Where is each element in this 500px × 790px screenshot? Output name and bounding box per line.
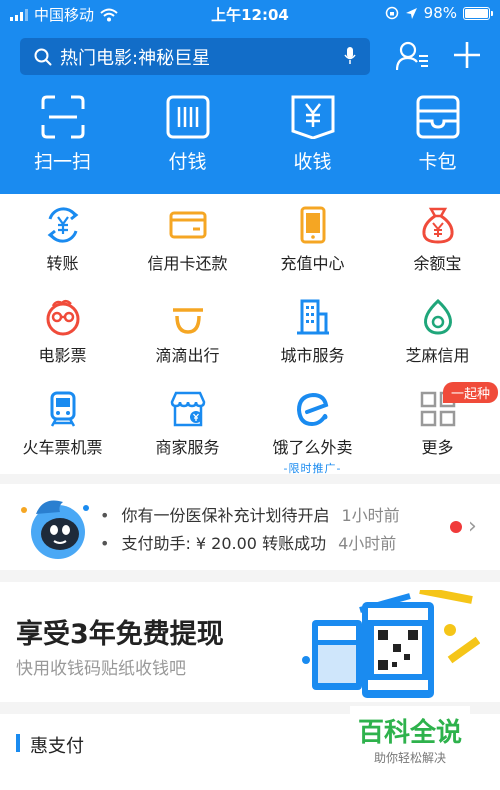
- grid-item-label: 余额宝: [413, 254, 462, 273]
- watermark-subtitle: 助你轻松解决: [373, 751, 446, 765]
- transfer-icon: [47, 207, 78, 243]
- notification-item[interactable]: 你有一份医保补充计划待开启 1小时前: [100, 502, 400, 530]
- section-title: 惠支付: [30, 736, 84, 757]
- home-header: 中国移动 上午12:04 98% 热门电影:神秘巨星 扫一扫 付钱 收钱 卡包: [0, 0, 500, 194]
- city-building-icon: [296, 299, 329, 335]
- grid-item-label: 商家服务: [155, 438, 220, 457]
- movie-ticket-icon: [46, 300, 79, 336]
- promo-subtitle: 快用收钱码贴纸收钱吧: [16, 659, 186, 679]
- promo-title: 享受3年免费提现: [16, 619, 224, 650]
- status-bar: 中国移动 上午12:04 98%: [0, 0, 500, 28]
- search-placeholder: 热门电影:神秘巨星: [60, 47, 211, 69]
- grid-item-label: 充值中心: [280, 254, 345, 273]
- grid-item-label: 饿了么外卖: [272, 438, 353, 457]
- promo-banner[interactable]: 享受3年免费提现 快用收钱码贴纸收钱吧: [0, 582, 500, 702]
- yuan-receive-icon: [291, 95, 334, 139]
- grid-item-label: 更多: [421, 438, 454, 457]
- grid-item-eleme[interactable]: 饿了么外卖 -限时推广-: [250, 378, 375, 475]
- grid-item-movie[interactable]: 电影票: [0, 286, 125, 378]
- rotation-lock-icon: [385, 6, 398, 20]
- assistant-avatar-icon: [21, 500, 89, 559]
- search-bar[interactable]: 热门电影:神秘巨星: [20, 38, 370, 75]
- eleme-icon: [296, 392, 328, 427]
- location-icon: [405, 7, 417, 19]
- card-wallet-icon: [416, 95, 459, 139]
- grid-item-credit-card[interactable]: 信用卡还款: [125, 194, 250, 286]
- credit-card-icon: [169, 211, 206, 239]
- section-accent-bar: [16, 734, 20, 752]
- notification-text: 支付助手: ¥ 20.00 转账成功: [121, 534, 327, 553]
- battery-icon: [463, 6, 493, 20]
- quick-action-receive[interactable]: 收钱: [250, 95, 375, 190]
- contacts-icon[interactable]: [396, 40, 430, 72]
- grid-item-label: 滴滴出行: [155, 346, 220, 365]
- grid-item-merchant[interactable]: 商家服务: [125, 378, 250, 470]
- grid-item-transfer[interactable]: 转账: [0, 194, 125, 286]
- quick-action-label: 付钱: [168, 151, 207, 173]
- quick-action-pay[interactable]: 付钱: [125, 95, 250, 190]
- watermark-title: 百科全说: [357, 718, 462, 748]
- money-bag-icon: [421, 207, 454, 244]
- grid-item-more[interactable]: 更多 一起种: [375, 378, 500, 470]
- promo-tag: -限时推广-: [283, 462, 342, 475]
- grid-item-train[interactable]: 火车票机票: [0, 378, 125, 470]
- grid-item-yuebao[interactable]: 余额宝: [375, 194, 500, 286]
- unread-dot: [450, 521, 462, 533]
- grid-item-sesame[interactable]: 芝麻信用: [375, 286, 500, 378]
- quick-action-scan[interactable]: 扫一扫: [0, 95, 125, 190]
- grid-item-recharge[interactable]: 充值中心: [250, 194, 375, 286]
- train-icon: [50, 391, 75, 427]
- notification-item[interactable]: 支付助手: ¥ 20.00 转账成功 4小时前: [100, 530, 400, 558]
- notification-time: 1小时前: [341, 506, 400, 525]
- notification-text: 你有一份医保补充计划待开启: [121, 506, 330, 525]
- more-badge: 一起种: [442, 382, 498, 403]
- grid-item-didi[interactable]: 滴滴出行: [125, 286, 250, 378]
- microphone-icon[interactable]: [344, 46, 356, 66]
- grid-item-label: 城市服务: [280, 346, 345, 365]
- battery-percent: 98%: [423, 4, 457, 22]
- chevron-right-icon[interactable]: ›: [468, 514, 477, 539]
- notification-card[interactable]: 你有一份医保补充计划待开启 1小时前 支付助手: ¥ 20.00 转账成功 4小时前…: [0, 484, 500, 570]
- notification-list: 你有一份医保补充计划待开启 1小时前 支付助手: ¥ 20.00 转账成功 4小时前: [100, 502, 400, 558]
- sesame-credit-icon: [423, 298, 452, 335]
- didi-icon: [172, 308, 203, 334]
- grid-item-city-service[interactable]: 城市服务: [250, 286, 375, 378]
- watermark-logo: 百科全说 助你轻松解决: [350, 706, 470, 766]
- grid-item-label: 转账: [46, 254, 79, 273]
- plus-icon[interactable]: [452, 40, 482, 70]
- grid-item-label: 芝麻信用: [405, 346, 470, 365]
- search-icon: [34, 48, 52, 65]
- grid-item-label: 电影票: [38, 346, 87, 365]
- quick-action-card-wallet[interactable]: 卡包: [375, 95, 500, 190]
- app-grid: 转账 信用卡还款 充值中心 余额宝 电影票 滴滴出行 城市服务 芝麻信用 火车票…: [0, 194, 500, 475]
- phone-recharge-icon: [300, 206, 325, 244]
- quick-action-label: 收钱: [293, 151, 332, 173]
- quick-action-label: 扫一扫: [33, 151, 91, 173]
- quick-actions: 扫一扫 付钱 收钱 卡包: [0, 95, 500, 190]
- merchant-store-icon: [170, 391, 205, 427]
- grid-item-label: 信用卡还款: [147, 254, 228, 273]
- qr-sticker-illustration-icon: [302, 590, 480, 698]
- quick-action-label: 卡包: [418, 151, 457, 173]
- notification-time: 4小时前: [338, 534, 397, 553]
- scan-icon: [41, 95, 84, 139]
- barcode-pay-icon: [166, 95, 209, 139]
- grid-item-label: 火车票机票: [22, 438, 103, 457]
